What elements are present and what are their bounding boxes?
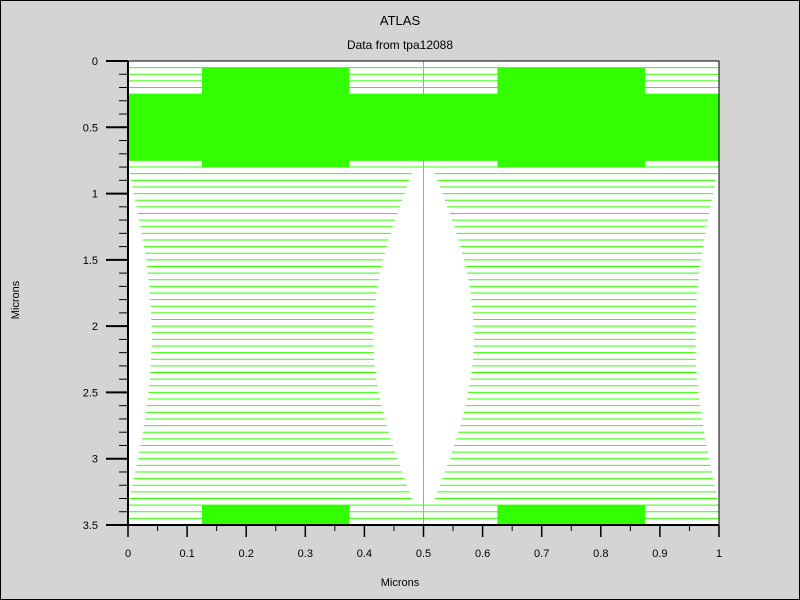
mesh-dense-block [201,505,350,525]
y-tick-label: 1 [92,189,98,201]
mesh-dense-block [201,67,350,168]
y-tick-label: 3.5 [83,520,98,532]
y-tick-label: 1.5 [83,255,98,267]
y-tick-label: 2 [92,321,98,333]
y-tick-label: 0.5 [83,122,98,134]
mesh-dense-block [497,505,646,525]
x-tick-label: 0.3 [298,548,313,560]
y-tick-label: 0 [92,56,98,68]
x-tick-label: 0.5 [416,548,431,560]
x-tick-label: 0.6 [475,548,490,560]
x-tick-label: 0.1 [179,548,194,560]
x-tick-label: 0.7 [534,548,549,560]
x-tick-label: 0.4 [357,548,372,560]
y-tick-label: 2.5 [83,387,98,399]
x-tick-label: 0.8 [593,548,608,560]
x-tick-label: 0 [125,548,131,560]
x-tick-label: 0.2 [239,548,254,560]
mesh-dense-block [497,67,646,168]
y-tick-label: 3 [92,454,98,466]
mesh-plot: 0 0.5 1 1.5 2 2.5 3 3.5 0 0.1 0.2 0.3 0.4 0.5 0.6 0.7 0.… [83,56,722,560]
x-tick-label: 1 [716,548,722,560]
x-tick-label: 0.9 [652,548,667,560]
